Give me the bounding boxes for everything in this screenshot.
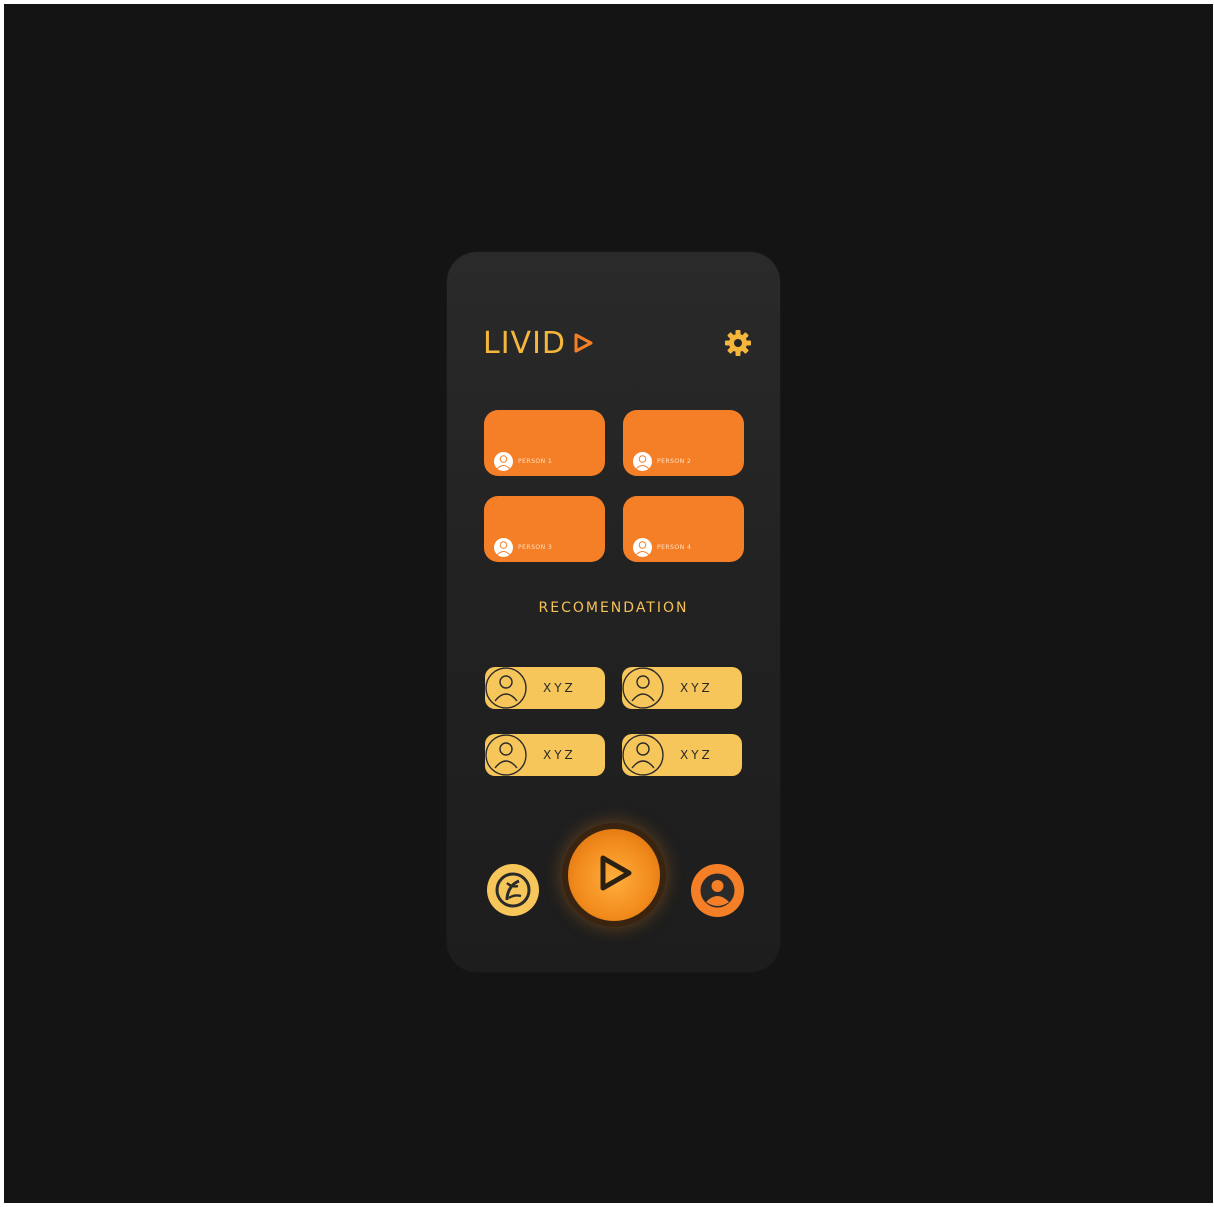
- video-tile-person-4[interactable]: PERSON 4: [623, 496, 744, 562]
- recommendation-label: XYZ: [543, 681, 576, 695]
- phone-frame: LIVID PERSON 1 PERSON 2 PERSON 3 PERSON …: [447, 252, 780, 972]
- logo-text: LIVID: [483, 325, 567, 361]
- play-button[interactable]: [568, 829, 660, 921]
- avatar: [633, 452, 652, 471]
- video-tile-name: PERSON 1: [518, 458, 553, 465]
- video-tile-name: PERSON 2: [657, 458, 692, 465]
- gear-icon[interactable]: [723, 328, 753, 358]
- user-icon: [622, 667, 664, 709]
- user-icon: [485, 734, 527, 776]
- video-tile-name: PERSON 4: [657, 544, 692, 551]
- video-grid: PERSON 1 PERSON 2 PERSON 3 PERSON 4: [484, 410, 744, 562]
- user-icon: [622, 734, 664, 776]
- avatar: [633, 538, 652, 557]
- user-icon: [485, 667, 527, 709]
- avatar: [494, 538, 513, 557]
- video-tile-person-2[interactable]: PERSON 2: [623, 410, 744, 476]
- recommendation-label: XYZ: [543, 748, 576, 762]
- recommendation-label: XYZ: [680, 748, 713, 762]
- app-logo: LIVID: [483, 324, 594, 362]
- recommendation-item[interactable]: XYZ: [485, 667, 605, 709]
- compass-icon: [495, 872, 531, 908]
- compass-button[interactable]: [487, 864, 539, 916]
- recommendation-title: RECOMENDATION: [538, 600, 689, 616]
- video-tile-person-3[interactable]: PERSON 3: [484, 496, 605, 562]
- play-icon: [574, 333, 593, 353]
- recommendation-item[interactable]: XYZ: [485, 734, 605, 776]
- recommendation-item[interactable]: XYZ: [622, 667, 742, 709]
- profile-icon: [700, 873, 735, 908]
- recommendation-label: XYZ: [680, 681, 713, 695]
- canvas-background: LIVID PERSON 1 PERSON 2 PERSON 3 PERSON …: [4, 4, 1213, 1203]
- video-tile-person-1[interactable]: PERSON 1: [484, 410, 605, 476]
- profile-button[interactable]: [691, 864, 744, 917]
- recommendation-item[interactable]: XYZ: [622, 734, 742, 776]
- avatar: [494, 452, 513, 471]
- video-tile-name: PERSON 3: [518, 544, 553, 551]
- play-icon: [600, 855, 632, 891]
